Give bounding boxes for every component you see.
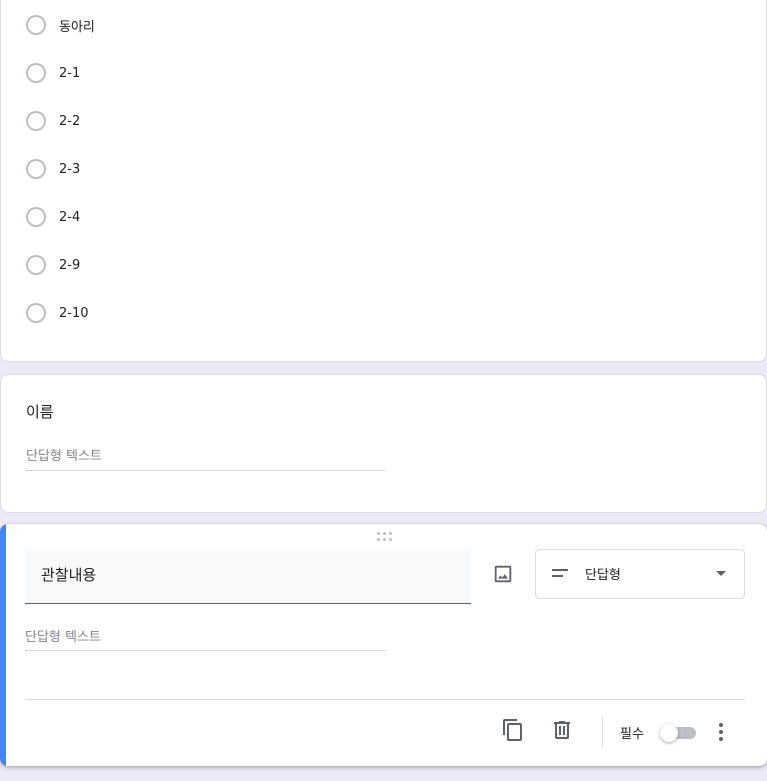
option-label: 2-1	[59, 65, 81, 81]
required-label: 필수	[620, 727, 644, 742]
image-icon[interactable]	[492, 563, 514, 585]
radio-circle-icon[interactable]	[26, 159, 46, 179]
option-label: 2-2	[59, 113, 81, 129]
more-vert-icon[interactable]	[716, 721, 726, 743]
dropdown-arrow-icon	[716, 571, 726, 576]
options-question-card: 동아리 2-1 2-2 2-3 2-4 2-9 2-10	[0, 0, 767, 362]
question-type-label: 단답형	[585, 568, 621, 583]
radio-circle-icon[interactable]	[26, 303, 46, 323]
short-text-icon	[552, 569, 568, 577]
radio-circle-icon[interactable]	[26, 15, 46, 35]
option-label: 2-4	[59, 209, 81, 225]
active-question-card: 관찰내용 단답형 단답형 텍스트 필수	[0, 524, 767, 766]
question-title: 이름	[26, 403, 54, 421]
radio-circle-icon[interactable]	[26, 255, 46, 275]
option-item[interactable]: 2-1	[26, 63, 80, 83]
toggle-thumb	[660, 724, 678, 742]
question-type-dropdown[interactable]: 단답형	[535, 549, 745, 599]
trash-icon[interactable]	[550, 718, 574, 742]
radio-circle-icon[interactable]	[26, 111, 46, 131]
option-item[interactable]: 2-2	[26, 111, 80, 131]
option-label: 동아리	[59, 19, 95, 35]
radio-circle-icon[interactable]	[26, 207, 46, 227]
short-answer-hint: 단답형 텍스트	[25, 630, 101, 645]
radio-circle-icon[interactable]	[26, 63, 46, 83]
option-item[interactable]: 동아리	[26, 15, 95, 35]
active-accent-bar	[0, 524, 6, 766]
option-item[interactable]: 2-9	[26, 255, 80, 275]
drag-handle-icon[interactable]	[377, 532, 395, 542]
answer-underline	[26, 470, 386, 471]
question-title-input[interactable]: 관찰내용	[25, 549, 471, 604]
footer-divider	[25, 699, 745, 700]
footer-vertical-divider	[602, 716, 603, 748]
option-item[interactable]: 2-4	[26, 207, 80, 227]
required-toggle[interactable]	[660, 724, 696, 742]
option-label: 2-10	[59, 305, 89, 321]
answer-underline	[25, 650, 385, 651]
copy-icon[interactable]	[501, 718, 525, 742]
option-item[interactable]: 2-10	[26, 303, 89, 323]
option-label: 2-3	[59, 161, 81, 177]
short-answer-hint: 단답형 텍스트	[26, 449, 102, 464]
option-label: 2-9	[59, 257, 81, 273]
name-question-card[interactable]: 이름 단답형 텍스트	[0, 374, 767, 513]
option-item[interactable]: 2-3	[26, 159, 80, 179]
